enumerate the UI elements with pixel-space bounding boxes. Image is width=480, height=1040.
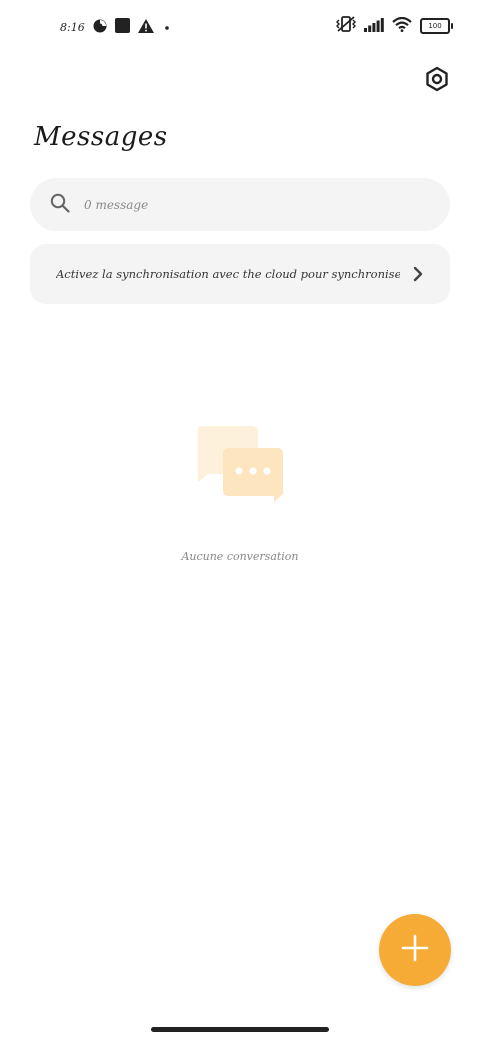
page-title: Messages [34,122,168,152]
data-saver-icon [93,18,107,37]
signal-icon [364,17,384,36]
search-bar[interactable] [30,178,450,231]
home-indicator[interactable] [151,1027,329,1032]
warning-icon [137,18,154,37]
square-notification-icon [114,18,130,37]
chevron-right-icon [410,266,426,282]
chat-bubbles-icon [194,424,286,506]
battery-level: 100 [428,22,442,30]
status-time: 8:16 [60,21,85,34]
empty-state-text: Aucune conversation [181,550,299,563]
dot-icon [162,18,172,37]
hexagon-settings-icon [424,66,450,96]
settings-button[interactable] [422,66,452,96]
status-bar: 8:16 100 [0,0,480,56]
new-conversation-button[interactable] [379,914,451,986]
plus-icon [401,934,429,966]
wifi-icon [392,16,412,36]
search-input[interactable] [82,196,406,213]
battery-icon: 100 [420,18,453,34]
status-bar-right: 100 [336,16,453,36]
sync-banner-text: Activez la synchronisation avec the clou… [56,267,400,281]
sync-banner[interactable]: Activez la synchronisation avec the clou… [30,244,450,304]
status-bar-left: 8:16 [60,18,172,37]
vibrate-off-icon [336,16,356,36]
search-icon [50,193,70,217]
